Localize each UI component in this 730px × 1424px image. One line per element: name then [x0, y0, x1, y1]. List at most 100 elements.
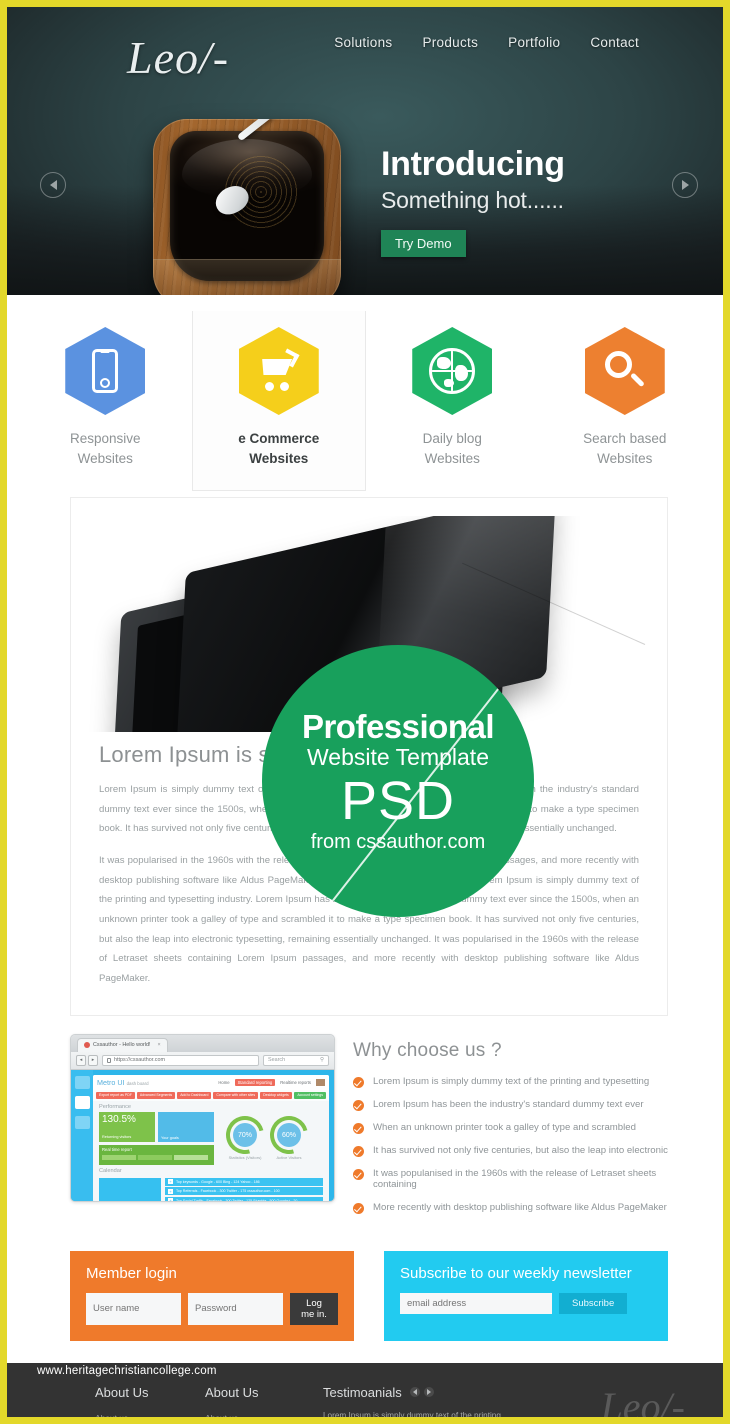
nav-item-products[interactable]: Products	[422, 35, 478, 50]
nav-item-contact[interactable]: Contact	[590, 35, 639, 50]
browser-search-input[interactable]: Search ⚲	[263, 1054, 329, 1066]
donut-chart: 60%	[263, 1109, 315, 1162]
log-me-in-button[interactable]: Log me in.	[290, 1292, 338, 1325]
feature-label: Responsive Websites	[23, 429, 188, 468]
list-item[interactable]: + Top Referrals - Facebook - 300 Twitter…	[165, 1187, 323, 1196]
footer-column-about-1: About Us About us Why us Customer Storie…	[95, 1384, 205, 1417]
why-choose-us-list: Why choose us ? Lorem Ipsum is simply du…	[353, 1034, 668, 1225]
reports-icon[interactable]	[74, 1075, 90, 1089]
gauge-value: 60%	[277, 1123, 301, 1148]
list-item-label: More recently with desktop publishing so…	[373, 1201, 667, 1213]
cart-icon	[257, 348, 301, 391]
close-icon[interactable]: ×	[158, 1042, 161, 1048]
check-circle-icon	[353, 1202, 364, 1214]
email-input[interactable]	[400, 1292, 552, 1314]
returning-visitors-tile[interactable]: 130.5% Returning visitors	[99, 1111, 155, 1142]
dashboard-icon[interactable]	[74, 1095, 90, 1109]
list-item-label: Lorem Ipsum has been the industry's stan…	[373, 1098, 644, 1110]
toolbar-chip[interactable]: Compare with other sites	[213, 1091, 259, 1099]
forward-button[interactable]: ▸	[88, 1054, 98, 1066]
chevron-left-icon	[49, 180, 57, 190]
testimonial-quote: Lorem Ipsum is simply dummy text of the …	[323, 1410, 501, 1420]
feature-line2: Websites	[77, 450, 133, 466]
feature-line1: e Commerce	[238, 431, 320, 446]
menu-item-realtime-reports[interactable]: Realtime reports	[280, 1080, 311, 1085]
browser-url-bar: ◂ ▸ https://cssauthor.com Search ⚲	[71, 1051, 334, 1070]
phone-icon	[92, 349, 119, 393]
why-choose-us-heading: Why choose us ?	[353, 1039, 502, 1061]
testimonial-prev-button[interactable]	[409, 1387, 420, 1398]
chevron-right-icon	[681, 180, 689, 190]
gauge-active-visitors: 60% Active Visitors	[263, 1109, 315, 1162]
menu-item-standard-reporting[interactable]: Standard reporting	[234, 1078, 276, 1086]
account-settings-chip[interactable]: Account settings	[294, 1091, 326, 1099]
real-time-report-tile[interactable]: Real time report	[99, 1144, 214, 1165]
login-form-row: Log me in.	[86, 1292, 338, 1325]
footer-link[interactable]: About us	[95, 1410, 205, 1417]
testimonials-header: Testimoanials	[323, 1385, 515, 1400]
feature-line1: Daily blog	[422, 431, 482, 446]
chevron-right-icon	[426, 1389, 431, 1396]
menu-item-home[interactable]: Home	[218, 1080, 229, 1085]
feature-card-daily-blog[interactable]: Daily blog Websites	[366, 311, 539, 491]
toolbar-chip[interactable]: Desktop widgets	[260, 1091, 292, 1099]
feature-label: e Commerce Websites	[197, 429, 362, 468]
your-goals-tile[interactable]: Your goals	[158, 1111, 214, 1142]
list-item[interactable]: + Top keywords - Google - 600 Bing - 124…	[165, 1177, 323, 1186]
list-item[interactable]: + Top Social Traffic - Facebook - 300 Tw…	[165, 1196, 323, 1201]
hexagon-shape	[238, 327, 319, 415]
feature-card-ecommerce[interactable]: e Commerce Websites	[191, 311, 366, 492]
testimonials-arrows	[409, 1387, 434, 1398]
tile-label: Real time report	[102, 1146, 132, 1152]
footer-link[interactable]: About us	[205, 1410, 315, 1417]
browser-nav-buttons: ◂ ▸	[76, 1054, 98, 1066]
username-input[interactable]	[86, 1292, 181, 1325]
carousel-next-button[interactable]	[672, 172, 698, 198]
site-footer: About Us About us Why us Customer Storie…	[7, 1362, 723, 1424]
subscribe-button[interactable]: Subscribe	[559, 1292, 628, 1314]
widgets-icon[interactable]	[74, 1115, 90, 1129]
list-item: Lorem Ipsum is simply dummy text of the …	[353, 1076, 668, 1088]
page-root: Leo/- Solutions Products Portfolio Conta…	[0, 0, 730, 1424]
url-input[interactable]: https://cssauthor.com	[102, 1054, 259, 1066]
feature-card-responsive[interactable]: Responsive Websites	[19, 311, 192, 491]
check-circle-icon	[353, 1099, 364, 1111]
list-item: More recently with desktop publishing so…	[353, 1202, 668, 1214]
nav-item-portfolio[interactable]: Portfolio	[508, 35, 560, 50]
list-item: It was populanised in the 1960s with the…	[353, 1168, 668, 1191]
feature-card-search-based[interactable]: Search based Websites	[539, 311, 712, 491]
try-demo-button[interactable]: Try Demo	[381, 229, 466, 257]
panel-paragraph-2: It was popularised in the 1960s with the…	[99, 855, 639, 985]
dashboard-menu: Home Standard reporting Realtime reports	[218, 1078, 325, 1086]
dashboard-toolbar: Export report as PDF Advanced Segments A…	[93, 1089, 329, 1101]
gauge-label: Statistics (Visitors)	[228, 1155, 262, 1161]
main-navigation: Solutions Products Portfolio Contact	[334, 35, 639, 50]
list-item-label: Lorem Ipsum is simply dummy text of the …	[373, 1075, 650, 1087]
nav-item-solutions[interactable]: Solutions	[334, 35, 392, 50]
tile-row: 130.5% Returning visitors Your goals	[99, 1111, 214, 1142]
feature-line1: Responsive	[69, 431, 141, 446]
icon-wood-base	[153, 259, 341, 295]
tile-label: Your goals	[161, 1135, 179, 1140]
footer-logo: Leo/-	[600, 1383, 685, 1424]
toolbar-chip[interactable]: Export report as PDF	[96, 1091, 135, 1099]
calendar-title: Calendar	[99, 1167, 122, 1174]
features-row: Responsive Websites e Commerce Websites	[7, 295, 723, 492]
carousel-prev-button[interactable]	[40, 172, 66, 198]
list-item-label: When an unknown printer took a galley of…	[373, 1121, 636, 1133]
calendar-grid[interactable]	[99, 1177, 161, 1201]
list-item-label: Top keywords - Google - 600 Bing - 124 Y…	[176, 1179, 260, 1184]
footer-testimonials: Testimoanials Lorem Ipsum is simply dumm…	[323, 1385, 515, 1420]
testimonial-next-button[interactable]	[423, 1387, 434, 1398]
toolbar-chip[interactable]: Advanced Segments	[136, 1091, 176, 1099]
password-input[interactable]	[188, 1292, 283, 1325]
back-button[interactable]: ◂	[76, 1054, 86, 1066]
browser-tab[interactable]: Cssauthor - Hello world! ×	[77, 1037, 168, 1052]
browser-viewport: Metro UI dash board Home Standard report…	[71, 1069, 334, 1201]
toolbar-chip[interactable]: Add to Dashboard	[177, 1091, 212, 1099]
footer-column-title: About Us	[95, 1384, 149, 1400]
list-item-label: Top Referrals - Facebook - 300 Twitter -…	[176, 1189, 280, 1194]
avatar[interactable]	[316, 1078, 325, 1086]
site-logo[interactable]: Leo/-	[127, 31, 229, 84]
testimonials-title: Testimoanials	[323, 1384, 402, 1400]
